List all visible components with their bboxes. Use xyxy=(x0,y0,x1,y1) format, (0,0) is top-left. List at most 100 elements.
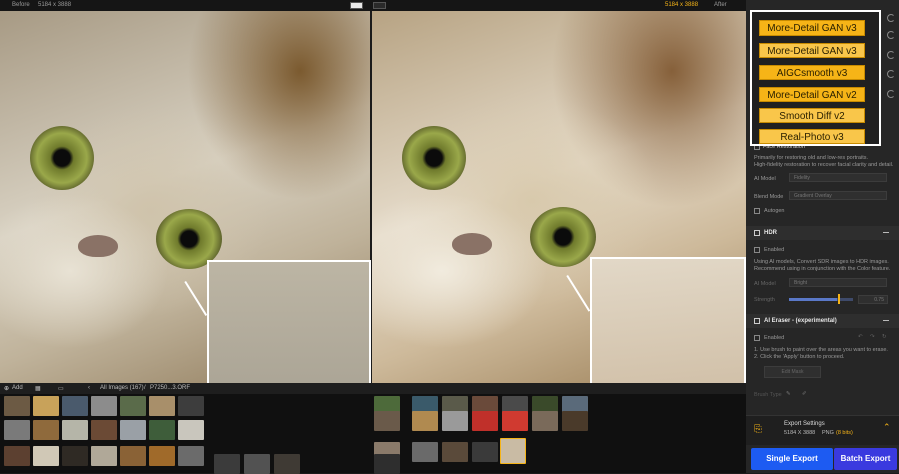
hdr-model-select[interactable]: Bright xyxy=(789,278,887,287)
cat-nose xyxy=(452,233,492,255)
model-option[interactable]: Smooth Diff v2 xyxy=(759,108,865,123)
model-option[interactable]: AIGCsmooth v3 xyxy=(759,65,865,80)
autogen-label: Autogen xyxy=(764,208,785,214)
thumbnail[interactable] xyxy=(178,446,204,466)
thumbnail[interactable] xyxy=(4,420,30,440)
export-settings[interactable]: ⎘ Export Settings 5184 X 3888 PNG (8 bit… xyxy=(746,415,899,445)
hdr-strength-value[interactable]: 0.75 xyxy=(858,295,888,304)
filmstrip-toolbar: ⊕ Add ▦ ▭ ‹ All Images (167) / P7250...3… xyxy=(0,383,746,394)
batch-export-button[interactable]: Batch Export xyxy=(834,448,897,470)
after-resolution: 5184 x 3888 xyxy=(665,2,699,8)
reset-icon[interactable] xyxy=(887,31,895,39)
collapse-icon[interactable] xyxy=(883,232,889,233)
list-view-icon[interactable]: ▭ xyxy=(58,385,64,392)
thumbnail[interactable] xyxy=(91,446,117,466)
split-view-toggle[interactable] xyxy=(350,2,363,9)
thumbnail[interactable] xyxy=(4,446,30,466)
thumbnail[interactable] xyxy=(33,446,59,466)
thumbnail[interactable] xyxy=(532,411,558,431)
face-model-select[interactable]: Fidelity xyxy=(789,173,887,182)
filmstrip[interactable] xyxy=(0,394,746,474)
compare-toolbar: Before 5184 x 3888 5184 x 3888 After xyxy=(0,0,746,11)
thumbnail[interactable] xyxy=(178,396,204,416)
hdr-enabled-label: Enabled xyxy=(764,247,785,253)
reset-icon[interactable] xyxy=(887,90,895,98)
thumbnail[interactable] xyxy=(472,411,498,431)
eraser-section-header[interactable]: AI Eraser - (experimental) xyxy=(746,314,899,328)
export-bits: (8 bits) xyxy=(836,430,853,436)
clear-icon[interactable]: ↻ xyxy=(882,334,887,340)
back-icon[interactable]: ‹ xyxy=(88,385,90,391)
thumbnail[interactable] xyxy=(149,420,175,440)
breadcrumb-all-images[interactable]: All Images (167) xyxy=(100,385,144,391)
face-blend-select[interactable]: Gradient Overlay xyxy=(789,191,887,200)
add-icon[interactable]: ⊕ xyxy=(4,385,9,392)
eraser-brush-icon[interactable]: ✐ xyxy=(802,391,807,397)
export-settings-icon: ⎘ xyxy=(754,424,762,435)
reset-icon[interactable] xyxy=(887,14,895,22)
thumbnail[interactable] xyxy=(4,396,30,416)
cat-left-eye xyxy=(30,126,94,190)
expand-icon[interactable]: ⌃ xyxy=(883,422,891,433)
thumbnail[interactable] xyxy=(91,396,117,416)
collapse-icon[interactable] xyxy=(883,320,889,321)
thumbnail[interactable] xyxy=(178,420,204,440)
cat-nose xyxy=(78,235,118,257)
reset-icon[interactable] xyxy=(887,51,895,59)
thumbnail-selected[interactable] xyxy=(500,438,526,464)
ai-model-dropdown[interactable]: More-Detail GAN v3 More-Detail GAN v3 AI… xyxy=(750,10,881,146)
brush-icon[interactable]: ✎ xyxy=(786,391,791,397)
thumbnail[interactable] xyxy=(244,454,270,474)
thumbnail[interactable] xyxy=(62,396,88,416)
thumbnail[interactable] xyxy=(412,411,438,431)
thumbnail[interactable] xyxy=(62,446,88,466)
thumbnail[interactable] xyxy=(374,411,400,431)
hdr-strength-slider[interactable] xyxy=(789,298,853,301)
thumbnail[interactable] xyxy=(62,420,88,440)
side-by-side-toggle[interactable] xyxy=(373,2,386,9)
thumbnail[interactable] xyxy=(149,446,175,466)
edit-mask-button[interactable]: Edit Mask xyxy=(764,366,821,378)
thumbnail[interactable] xyxy=(562,411,588,431)
thumbnail[interactable] xyxy=(412,442,438,462)
thumbnail[interactable] xyxy=(214,454,240,474)
model-option[interactable]: Real-Photo v3 xyxy=(759,129,865,144)
before-resolution: 5184 x 3888 xyxy=(38,2,72,8)
autogen-checkbox[interactable] xyxy=(754,208,760,214)
export-size: 5184 X 3888 xyxy=(784,430,816,436)
model-option[interactable]: More-Detail GAN v2 xyxy=(759,87,865,102)
slider-handle[interactable] xyxy=(838,294,840,304)
thumbnail[interactable] xyxy=(33,420,59,440)
thumbnail[interactable] xyxy=(274,454,300,474)
hdr-strength-label: Strength xyxy=(754,297,775,303)
single-export-button[interactable]: Single Export xyxy=(751,448,833,470)
hdr-enabled-checkbox[interactable] xyxy=(754,247,760,253)
slider-fill xyxy=(789,298,837,301)
add-button[interactable]: Add xyxy=(12,385,23,391)
thumbnail[interactable] xyxy=(442,442,468,462)
thumbnail[interactable] xyxy=(120,396,146,416)
grid-view-icon[interactable]: ▦ xyxy=(35,385,41,392)
thumbnail[interactable] xyxy=(120,446,146,466)
eraser-step-2: 2. Click the 'Apply' button to proceed. xyxy=(754,354,845,360)
reset-icon[interactable] xyxy=(887,70,895,78)
thumbnail[interactable] xyxy=(120,420,146,440)
redo-icon[interactable]: ↷ xyxy=(870,334,875,340)
thumbnail[interactable] xyxy=(472,442,498,462)
thumbnail[interactable] xyxy=(91,420,117,440)
hdr-icon xyxy=(754,230,760,236)
eraser-enabled-checkbox[interactable] xyxy=(754,335,760,341)
thumbnail[interactable] xyxy=(149,396,175,416)
selected-model[interactable]: More-Detail GAN v3 xyxy=(759,20,865,36)
model-option[interactable]: More-Detail GAN v3 xyxy=(759,43,865,58)
undo-icon[interactable]: ↶ xyxy=(858,334,863,340)
thumbnail[interactable] xyxy=(374,454,400,474)
hdr-section-header[interactable]: HDR xyxy=(746,226,899,240)
thumbnail[interactable] xyxy=(502,411,528,431)
export-title: Export Settings xyxy=(784,421,825,427)
face-desc-2: High-fidelity restoration to recover fac… xyxy=(754,162,894,168)
thumbnail[interactable] xyxy=(33,396,59,416)
before-label: Before xyxy=(12,2,30,8)
brush-type-label: Brush Type xyxy=(754,392,782,398)
thumbnail[interactable] xyxy=(442,411,468,431)
